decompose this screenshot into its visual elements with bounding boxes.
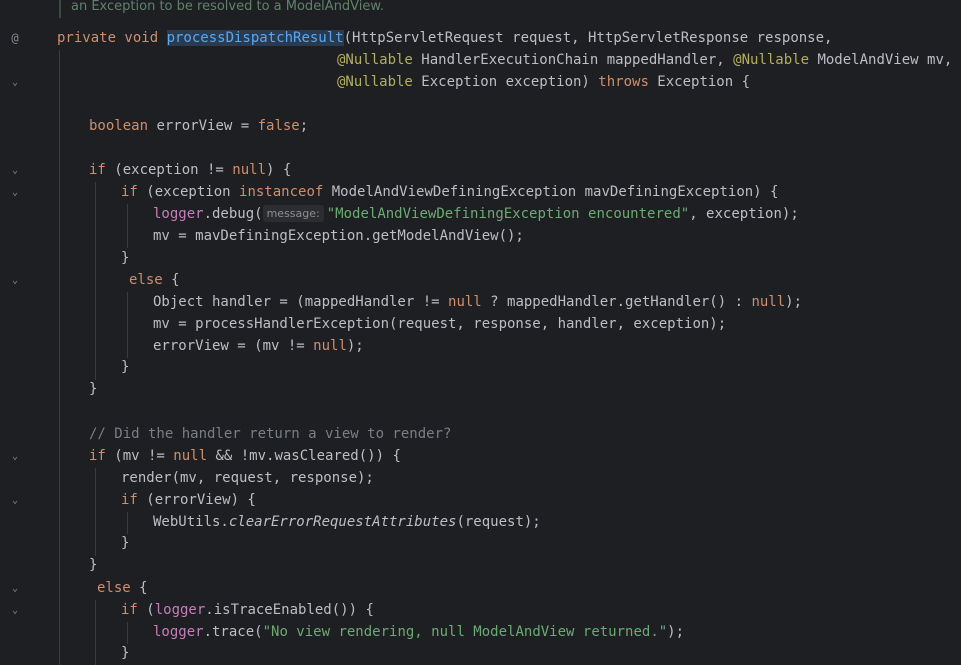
code-line: if (logger.isTraceEnabled()) { <box>121 602 374 618</box>
code-line: errorView = (mv != null); <box>153 338 364 354</box>
code-line: } <box>121 645 130 661</box>
code-line: if (exception != null) { <box>89 162 292 178</box>
code-line: if (errorView) { <box>121 492 256 508</box>
code-area[interactable]: an Exception to be resolved to a ModelAn… <box>0 0 961 665</box>
code-line: logger.trace("No view rendering, null Mo… <box>153 624 685 640</box>
code-line: @Nullable Exception exception) throws Ex… <box>337 74 751 90</box>
doc-comment-bar <box>59 0 61 18</box>
doc-comment: an Exception to be resolved to a ModelAn… <box>71 0 384 14</box>
code-line: mv = mavDefiningException.getModelAndVie… <box>153 228 524 244</box>
code-line: mv = processHandlerException(request, re… <box>153 316 727 332</box>
code-line: render(mv, request, response); <box>121 470 374 486</box>
code-line: } <box>121 359 130 375</box>
code-line: WebUtils.clearErrorRequestAttributes(req… <box>153 514 541 530</box>
code-line: boolean errorView = false; <box>89 118 309 134</box>
code-line: } <box>121 535 130 551</box>
code-line: if (mv != null && !mv.wasCleared()) { <box>89 448 401 464</box>
code-line: @Nullable HandlerExecutionChain mappedHa… <box>337 52 953 68</box>
code-line: } <box>89 557 98 573</box>
code-line: else { <box>97 580 148 596</box>
code-line: logger.debug(message: "ModelAndViewDefini… <box>153 205 799 222</box>
code-line: if (exception instanceof ModelAndViewDef… <box>121 184 779 200</box>
code-line: Object handler = (mappedHandler != null … <box>153 294 803 310</box>
parameter-hint: message: <box>262 205 324 222</box>
code-line: } <box>121 250 130 266</box>
method-name: processDispatchResult <box>166 30 344 46</box>
code-editor[interactable]: @ ⌄ ⌄ ⌄ ⌄ ⌄ ⌄ ⌄ ⌄ an Exception to be res… <box>0 0 961 665</box>
code-line: } <box>89 381 98 397</box>
code-line: else { <box>129 272 180 288</box>
code-line: private void processDispatchResult(HttpS… <box>57 30 833 46</box>
code-comment: // Did the handler return a view to rend… <box>89 426 452 442</box>
